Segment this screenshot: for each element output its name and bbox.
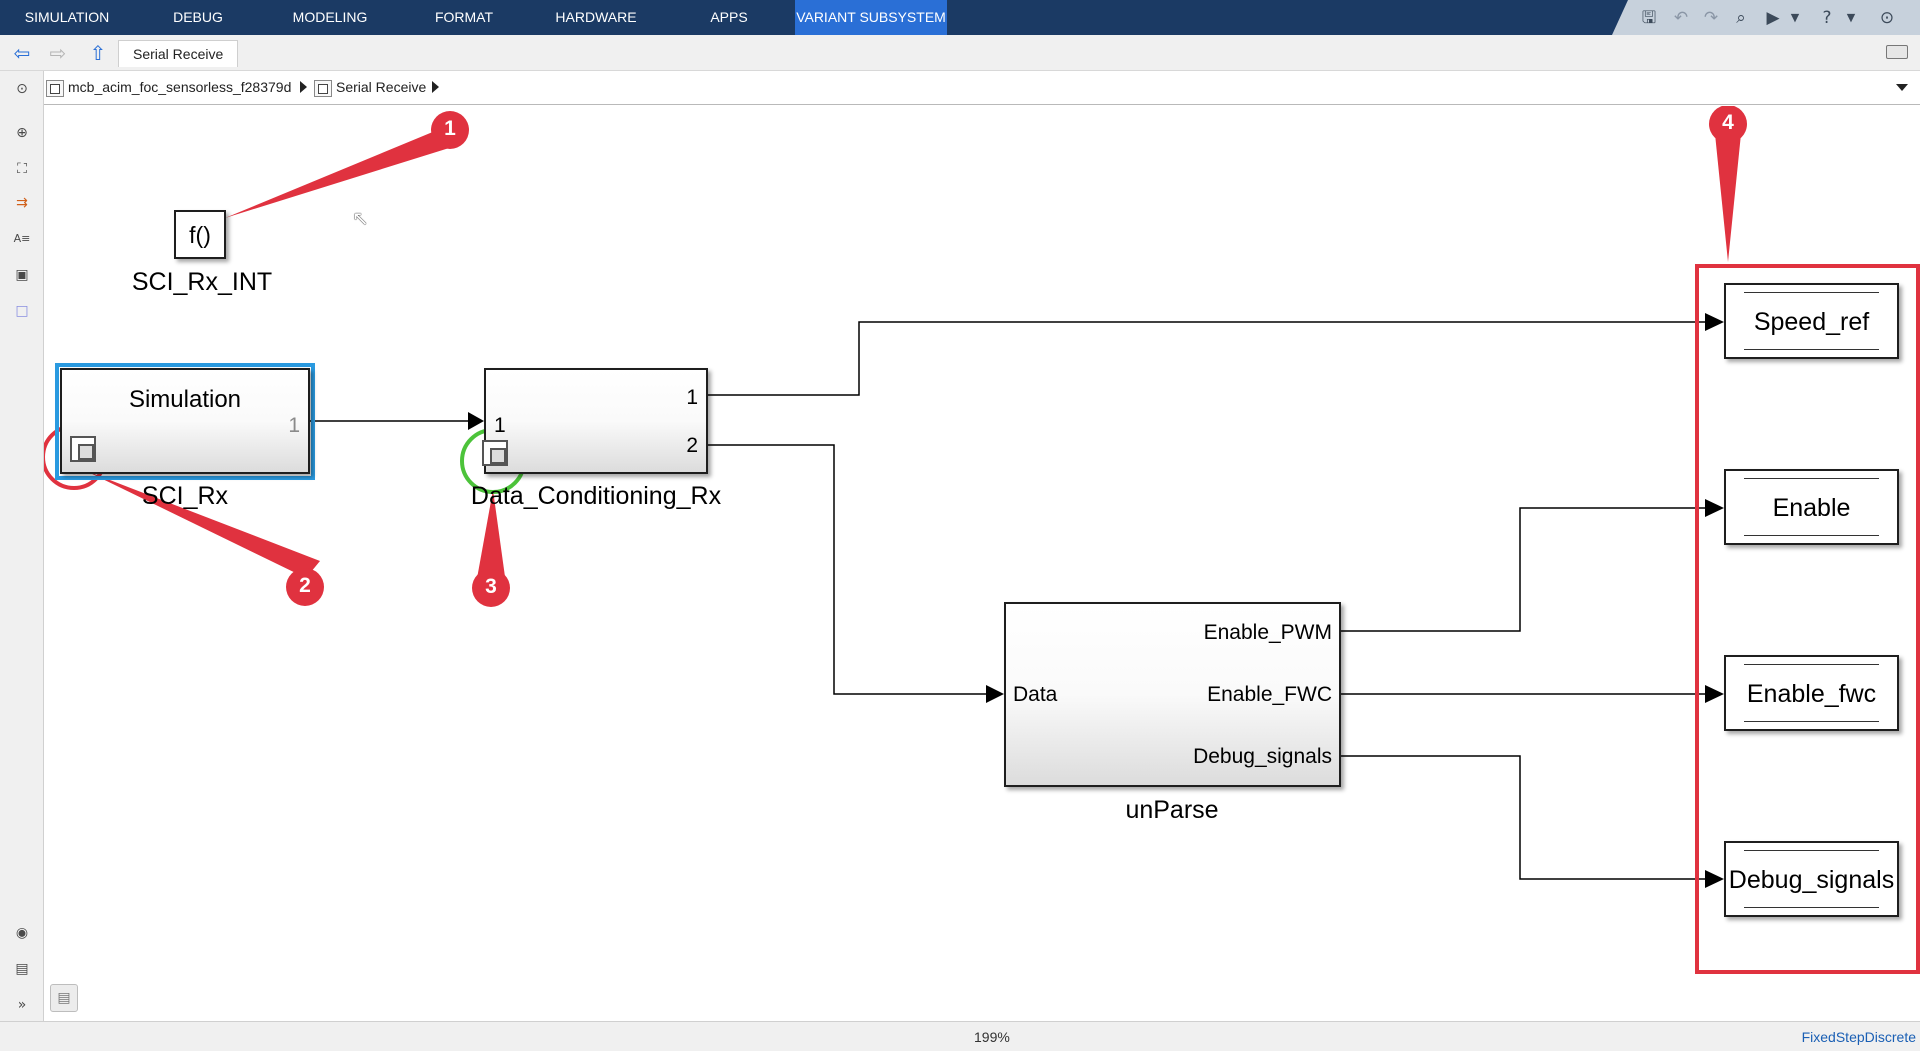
signal-line	[1341, 507, 1705, 632]
chevron-down-icon[interactable]: ▼	[1840, 7, 1862, 29]
outport-speed-ref[interactable]: Speed_ref	[1724, 283, 1899, 359]
diagram-canvas[interactable]: 1 2 3 4 f() SCI_Rx_INT Simulation 1 SCI_…	[44, 106, 1920, 1021]
block-label-sci-rx-int: SCI_Rx_INT	[131, 268, 273, 296]
block-label-sci-rx: SCI_Rx	[141, 482, 229, 510]
port-label: 1	[494, 414, 506, 437]
run-icon[interactable]: ▶	[1762, 7, 1784, 29]
undo-icon[interactable]: ↶	[1670, 7, 1692, 29]
minimize-ribbon-icon[interactable]: ⊙	[1876, 7, 1898, 29]
breadcrumb: mcb_acim_foc_sensorless_f28379d Serial R…	[44, 72, 1920, 105]
zoom-level: 199%	[974, 1029, 1010, 1045]
unparse-block[interactable]: Data Enable_PWM Enable_FWC Debug_signals	[1004, 602, 1341, 787]
breadcrumb-item-serial-receive[interactable]: Serial Receive	[336, 79, 426, 95]
callout-pointer	[225, 124, 462, 218]
arrowhead	[468, 412, 484, 430]
outport-enable-fwc[interactable]: Enable_fwc	[1724, 655, 1899, 731]
outport-debug-signals[interactable]: Debug_signals	[1724, 841, 1899, 917]
port-label: 1	[288, 414, 300, 437]
ribbon-tab-bar: SIMULATION DEBUG MODELING FORMAT HARDWAR…	[0, 0, 1920, 35]
model-icon	[46, 80, 64, 97]
chevron-down-icon[interactable]	[1896, 84, 1908, 91]
zoom-icon[interactable]: ⊕	[12, 123, 32, 143]
subsystem-icon	[314, 80, 332, 97]
up-arrow-icon[interactable]: ⇧	[84, 41, 112, 65]
arrowhead	[1705, 685, 1724, 703]
block-label-data-conditioning: Data_Conditioning_Rx	[470, 482, 722, 510]
outport-label: Enable_fwc	[1746, 680, 1877, 708]
status-bar: 199% FixedStepDiscrete	[0, 1021, 1920, 1051]
variant-active-label: Simulation	[128, 386, 242, 413]
function-call-block[interactable]: f()	[174, 210, 226, 259]
image-icon[interactable]: ▣	[12, 265, 32, 285]
port-label: Debug_signals	[1193, 745, 1332, 768]
data-view-icon[interactable]: ▤	[50, 984, 78, 1012]
breadcrumb-separator-icon[interactable]	[432, 81, 439, 93]
arrowhead	[1705, 313, 1724, 331]
area-icon[interactable]: □	[12, 301, 32, 321]
keyboard-icon[interactable]	[1886, 45, 1908, 59]
annotation-icon[interactable]: A≡	[12, 229, 32, 249]
port-label: 1	[686, 386, 698, 409]
quick-access-toolbar: 🖫 ↶ ↷ ⌕ ▶ ▼ ? ▼ ⊙	[1612, 0, 1920, 35]
outport-enable[interactable]: Enable	[1724, 469, 1899, 545]
model-browser-icon[interactable]: ▤	[12, 959, 32, 979]
annotation-number: 4	[1722, 111, 1734, 134]
annotation-number: 2	[299, 574, 311, 597]
navigation-bar: ⇦ ⇨ ⇧ Serial Receive	[0, 35, 1920, 71]
forward-arrow-icon[interactable]: ⇨	[44, 41, 72, 65]
arrowhead	[986, 685, 1004, 703]
save-icon[interactable]: 🖫	[1638, 7, 1660, 29]
screenshot-icon[interactable]: ◉	[12, 923, 32, 943]
subsystem-reference-icon[interactable]	[482, 440, 508, 466]
tab-debug[interactable]: DEBUG	[148, 0, 248, 35]
tab-hardware[interactable]: HARDWARE	[546, 0, 646, 35]
signal-line	[1341, 755, 1705, 880]
tab-simulation[interactable]: SIMULATION	[8, 0, 126, 35]
left-palette: ⊙ ⊕ ⛶ ⇉ A≡ ▣ □ ◉ ▤ »	[0, 71, 44, 1021]
tab-variant-subsystem[interactable]: VARIANT SUBSYSTEM	[795, 0, 947, 35]
fit-view-icon[interactable]: ⛶	[12, 159, 32, 179]
annotation-number: 1	[444, 117, 456, 140]
tab-modeling[interactable]: MODELING	[280, 0, 380, 35]
mouse-cursor-icon: ↖	[352, 206, 369, 230]
back-arrow-icon[interactable]: ⇦	[8, 41, 36, 65]
signal-routing-icon[interactable]: ⇉	[12, 193, 32, 213]
port-label: 2	[686, 434, 698, 457]
function-symbol: f()	[189, 222, 211, 248]
callout-pointer	[1714, 124, 1742, 262]
help-icon[interactable]: ?	[1816, 7, 1838, 29]
hide-explorer-icon[interactable]: ⊙	[12, 79, 32, 99]
arrowhead	[1705, 499, 1724, 517]
tab-format[interactable]: FORMAT	[418, 0, 510, 35]
redo-icon[interactable]: ↷	[1700, 7, 1722, 29]
annotation-number: 3	[485, 575, 497, 598]
signal-lines	[44, 106, 1920, 974]
port-label: Enable_FWC	[1207, 683, 1332, 706]
chevron-down-icon[interactable]: ▼	[1784, 7, 1806, 29]
arrowhead	[1705, 870, 1724, 888]
sci-rx-block[interactable]: Simulation 1	[60, 368, 310, 474]
block-label-unparse: unParse	[1125, 796, 1219, 824]
breadcrumb-separator-icon[interactable]	[300, 81, 307, 93]
port-label: Data	[1013, 683, 1058, 706]
tab-apps[interactable]: APPS	[696, 0, 762, 35]
solver-link[interactable]: FixedStepDiscrete	[1802, 1029, 1916, 1045]
signal-line	[708, 321, 1705, 396]
model-tab[interactable]: Serial Receive	[118, 40, 239, 67]
breadcrumb-item-model[interactable]: mcb_acim_foc_sensorless_f28379d	[68, 79, 291, 95]
find-icon[interactable]: ⌕	[1730, 7, 1752, 29]
outport-label: Enable	[1772, 494, 1851, 522]
outport-label: Debug_signals	[1728, 866, 1895, 894]
data-conditioning-block[interactable]: 1 1 2	[482, 368, 708, 474]
expand-icon[interactable]: »	[12, 995, 32, 1015]
outport-label: Speed_ref	[1753, 308, 1870, 336]
variant-subsystem-icon[interactable]	[70, 436, 96, 462]
signal-line	[708, 444, 986, 695]
port-label: Enable_PWM	[1203, 621, 1332, 644]
